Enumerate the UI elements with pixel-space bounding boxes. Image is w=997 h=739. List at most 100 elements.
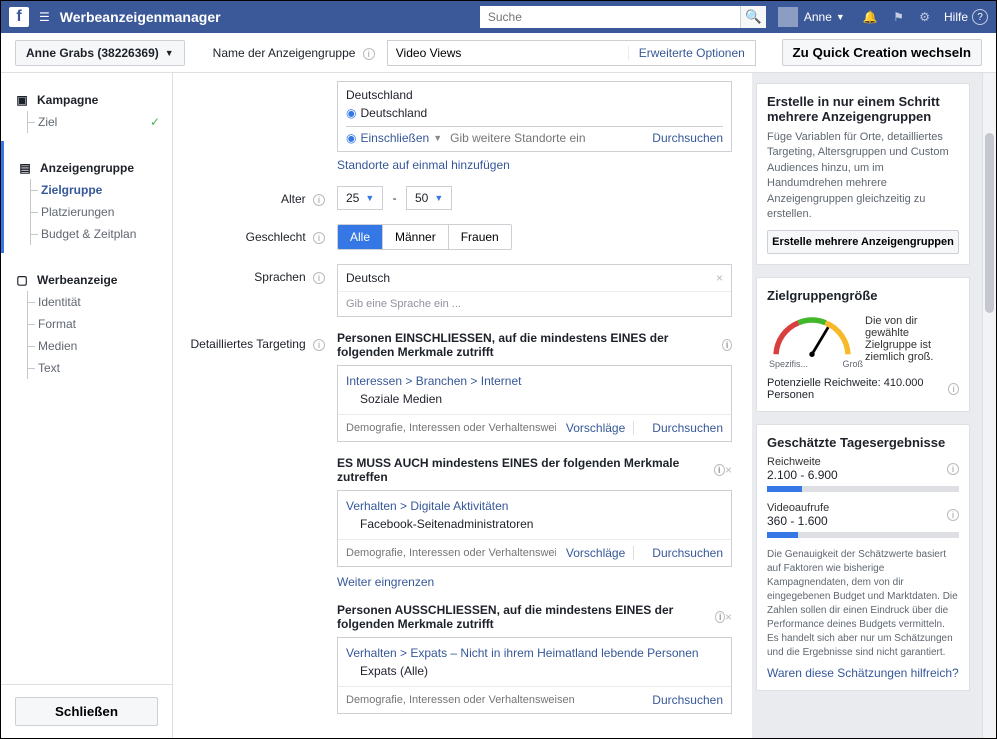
check-icon: ✓ xyxy=(150,115,160,129)
left-nav: ▣ Kampagne Ziel ✓ ▤ Anzeigengruppe Zielg… xyxy=(1,73,173,738)
multi-adset-button[interactable]: Erstelle mehrere Anzeigengruppen xyxy=(767,230,959,254)
gear-icon[interactable]: ⚙ xyxy=(919,10,930,24)
include-box: Interessen > Branchen > Internet Soziale… xyxy=(337,365,732,442)
daily-estimates-title: Geschätzte Tagesergebnisse xyxy=(767,435,959,450)
nav-campaign: ▣ Kampagne Ziel ✓ xyxy=(1,73,172,141)
location-browse[interactable]: Durchsuchen xyxy=(652,131,723,145)
audience-size-title: Zielgruppengröße xyxy=(767,288,959,303)
daily-estimates-box: Geschätzte Tagesergebnisse Reichweite 2.… xyxy=(756,424,970,691)
age-max-select[interactable]: 50▼ xyxy=(406,186,452,210)
nav-item-platzierungen[interactable]: Platzierungen xyxy=(31,201,172,223)
nav-ad-header[interactable]: ▢ Werbeanzeige xyxy=(1,269,172,291)
search-button[interactable]: 🔍 xyxy=(740,6,766,28)
exclude-heading: Personen AUSSCHLIESSEN, auf die mindeste… xyxy=(337,603,732,631)
gender-male[interactable]: Männer xyxy=(382,225,448,249)
close-bar: Schließen xyxy=(1,684,172,738)
also-browse[interactable]: Durchsuchen xyxy=(652,546,723,560)
scrollbar[interactable] xyxy=(982,73,996,738)
nav-item-zielgruppe[interactable]: Zielgruppe xyxy=(31,179,172,201)
info-icon[interactable]: i xyxy=(363,48,375,60)
bell-icon[interactable]: 🔔 xyxy=(863,10,878,24)
help-label: Hilfe xyxy=(944,10,968,24)
location-heading: Deutschland xyxy=(346,88,723,102)
search-input[interactable] xyxy=(480,6,740,28)
caret-down-icon: ▼ xyxy=(836,12,845,22)
nav-item-ziel[interactable]: Ziel ✓ xyxy=(28,111,172,133)
user-menu[interactable]: Anne ▼ xyxy=(778,7,845,27)
nav-item-format[interactable]: Format xyxy=(28,313,172,335)
app-title: Werbeanzeigenmanager xyxy=(60,9,221,25)
close-button[interactable]: Schließen xyxy=(15,697,158,726)
info-icon[interactable]: i xyxy=(313,339,325,351)
exclude-value: Expats (Alle) xyxy=(338,664,731,686)
fb-logo[interactable]: f xyxy=(9,7,29,27)
pin-icon: ◉ xyxy=(346,131,356,145)
flag-icon[interactable]: ⚑ xyxy=(893,10,904,24)
info-icon[interactable]: i xyxy=(313,232,325,244)
views-bar xyxy=(767,532,959,538)
advanced-options-link[interactable]: Erweiterte Optionen xyxy=(628,46,755,60)
subbar: Anne Grabs (38226369) ▼ Name der Anzeige… xyxy=(1,33,996,73)
right-column: Erstelle in nur einem Schritt mehrere An… xyxy=(752,73,982,738)
info-icon[interactable]: i xyxy=(948,383,959,395)
include-suggest[interactable]: Vorschläge xyxy=(566,421,625,435)
help-icon: ? xyxy=(972,9,988,25)
include-heading: Personen EINSCHLIESSEN, auf die mindeste… xyxy=(337,331,732,359)
info-icon[interactable]: i xyxy=(947,509,959,521)
exclude-input[interactable] xyxy=(346,693,642,707)
gender-all[interactable]: Alle xyxy=(338,225,382,249)
include-crumb: Interessen > Branchen > Internet xyxy=(338,366,731,392)
remove-exclude-icon[interactable]: × xyxy=(725,610,732,624)
age-min-select[interactable]: 25▼ xyxy=(337,186,383,210)
include-input[interactable] xyxy=(346,421,556,435)
also-input[interactable] xyxy=(346,546,556,560)
remove-language-icon[interactable]: × xyxy=(716,271,723,285)
multi-adset-box: Erstelle in nur einem Schritt mehrere An… xyxy=(756,83,970,265)
info-icon[interactable]: i xyxy=(722,339,732,351)
narrow-link[interactable]: Weiter eingrenzen xyxy=(337,575,434,589)
adset-icon: ▤ xyxy=(18,161,32,175)
gauge-labels: Spezifis...Groß xyxy=(767,359,865,369)
adset-name-label: Name der Anzeigengruppe i xyxy=(213,46,375,60)
remove-also-icon[interactable]: × xyxy=(725,463,732,477)
info-icon[interactable]: i xyxy=(313,272,325,284)
nav-adset-header[interactable]: ▤ Anzeigengruppe xyxy=(4,157,172,179)
info-icon[interactable]: i xyxy=(947,463,959,475)
include-dropdown[interactable]: ◉ Einschließen ▼ xyxy=(346,131,442,145)
info-icon[interactable]: i xyxy=(715,611,725,623)
account-selector[interactable]: Anne Grabs (38226369) ▼ xyxy=(15,40,185,66)
age-label: Alter i xyxy=(173,186,337,210)
potential-reach: Potenzielle Reichweite: 410.000 Personen… xyxy=(767,377,959,401)
feedback-link[interactable]: Waren diese Schätzungen hilfreich? xyxy=(767,666,959,680)
scroll-thumb[interactable] xyxy=(985,133,994,313)
quick-creation-button[interactable]: Zu Quick Creation wechseln xyxy=(782,39,983,66)
also-suggest[interactable]: Vorschläge xyxy=(566,546,625,560)
include-browse[interactable]: Durchsuchen xyxy=(652,421,723,435)
language-input[interactable]: Gib eine Sprache ein ... xyxy=(338,291,731,316)
nav-campaign-header[interactable]: ▣ Kampagne xyxy=(1,89,172,111)
nav-item-budget[interactable]: Budget & Zeitplan xyxy=(31,223,172,245)
exclude-browse[interactable]: Durchsuchen xyxy=(652,693,723,707)
user-name: Anne xyxy=(804,10,832,24)
nav-item-text[interactable]: Text xyxy=(28,357,172,379)
nav-item-medien[interactable]: Medien xyxy=(28,335,172,357)
info-icon[interactable]: i xyxy=(714,464,725,476)
reach-bar xyxy=(767,486,959,492)
gender-female[interactable]: Frauen xyxy=(448,225,511,249)
help-menu[interactable]: Hilfe ? xyxy=(944,9,988,25)
adset-name-input[interactable] xyxy=(388,46,628,60)
pin-icon: ◉ xyxy=(346,106,356,120)
nav-adset: ▤ Anzeigengruppe Zielgruppe Platzierunge… xyxy=(1,141,172,253)
location-input[interactable] xyxy=(450,131,652,145)
nav-item-identitaet[interactable]: Identität xyxy=(28,291,172,313)
hamburger-icon[interactable]: ☰ xyxy=(39,10,50,24)
location-box: Deutschland ◉Deutschland ◉ Einschließen … xyxy=(337,81,732,152)
add-locations-link[interactable]: Standorte auf einmal hinzufügen xyxy=(337,158,510,172)
also-crumb: Verhalten > Digitale Aktivitäten xyxy=(338,491,731,517)
info-icon[interactable]: i xyxy=(313,194,325,206)
location-value: ◉Deutschland xyxy=(346,106,723,120)
avatar xyxy=(778,7,798,27)
reach-value: 2.100 - 6.900 xyxy=(767,468,838,482)
audience-size-box: Zielgruppengröße Spezifis...Groß xyxy=(756,277,970,412)
language-box: Deutsch× Gib eine Sprache ein ... xyxy=(337,264,732,317)
